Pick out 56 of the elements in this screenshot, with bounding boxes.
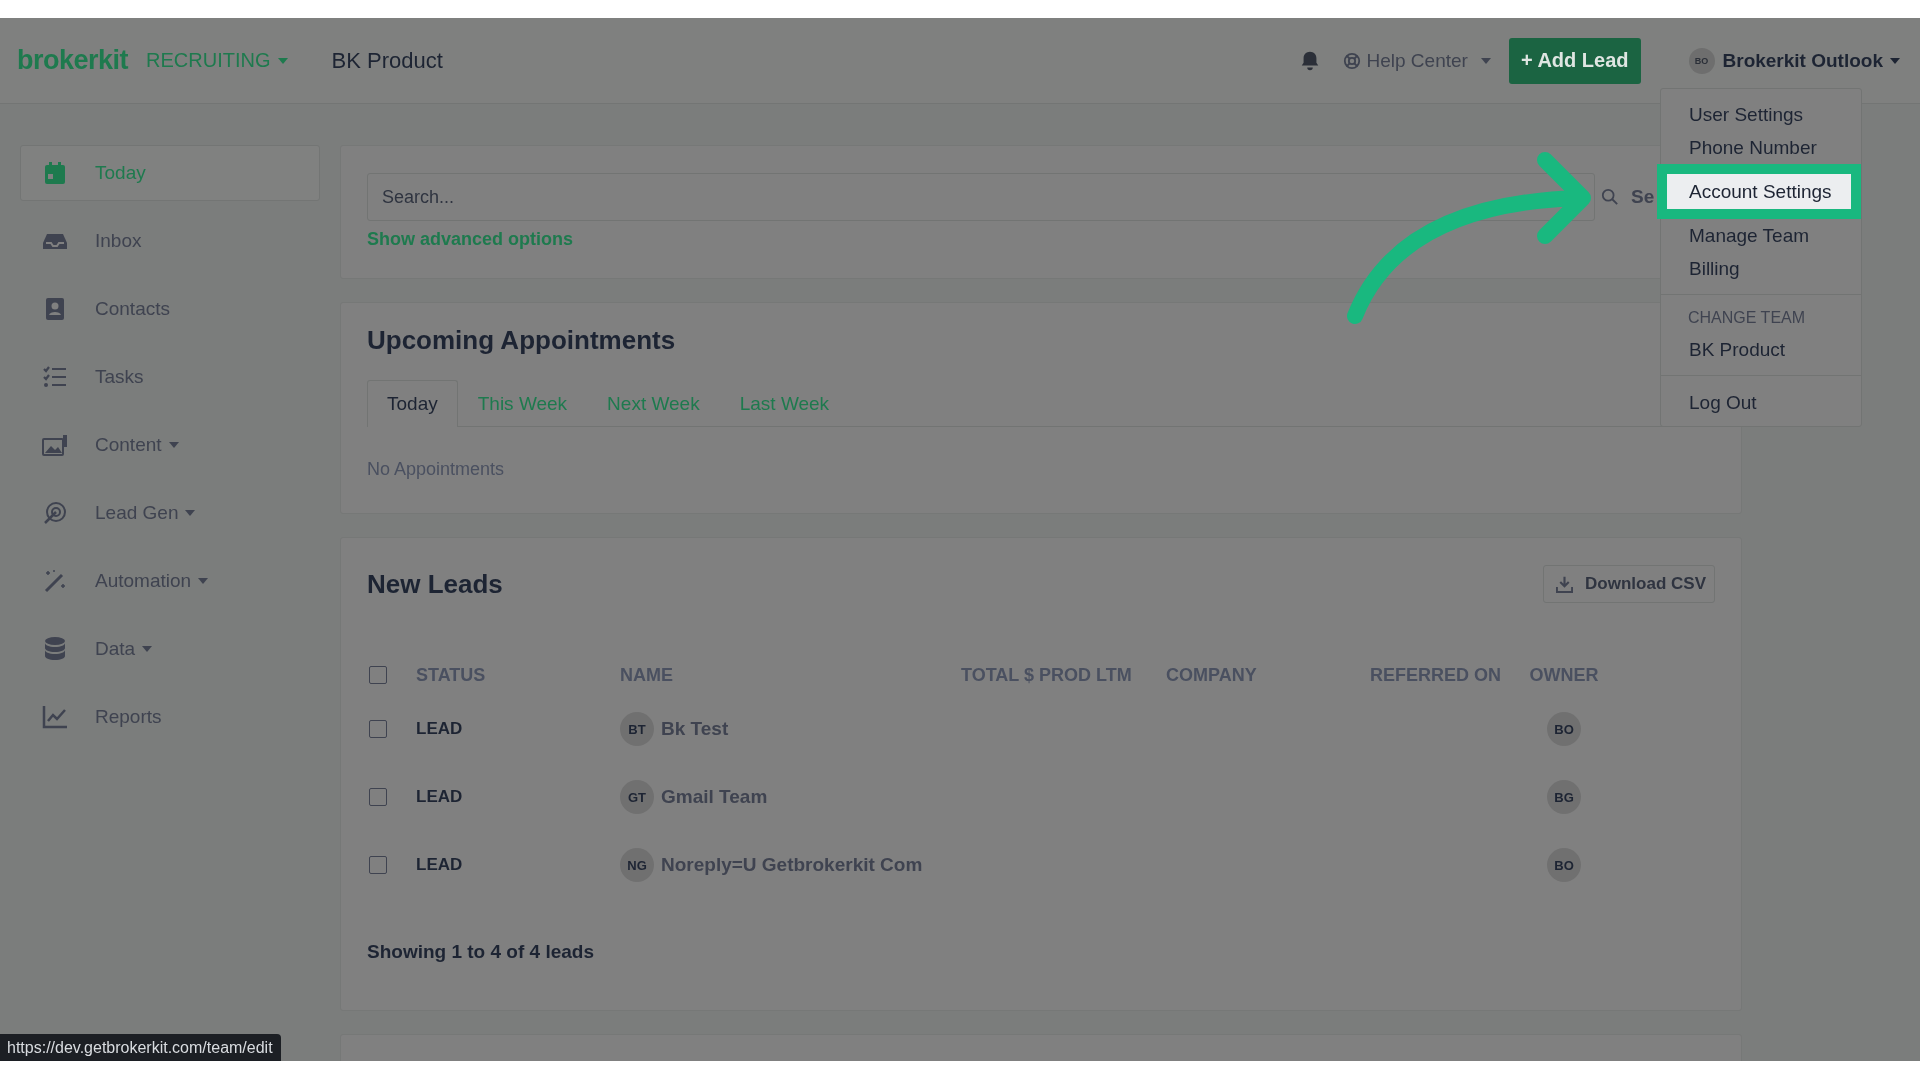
sidebar-item[interactable]: Inbox xyxy=(20,213,320,269)
menu-item[interactable]: User Settings xyxy=(1661,98,1861,131)
help-center-menu[interactable]: Help Center xyxy=(1342,49,1491,72)
status-cell-text: LEAD xyxy=(416,855,464,875)
lead-name-link[interactable]: Noreply=U Getbrokerkit Com xyxy=(661,854,923,876)
status-bar-url: https://dev.getbrokerkit.com/team/edit xyxy=(0,1034,281,1061)
sidebar-item[interactable]: Lead Gen xyxy=(20,485,320,541)
download-icon xyxy=(1556,575,1574,593)
sidebar-item[interactable]: Content xyxy=(20,417,320,473)
tab[interactable]: Today xyxy=(367,380,458,427)
avatar: NG xyxy=(620,848,654,882)
lead-name-link[interactable]: Gmail Team xyxy=(661,786,768,808)
row-checkbox[interactable] xyxy=(369,788,387,806)
section-title: Upcoming Appointments xyxy=(367,325,676,356)
logo[interactable]: brokerkit xyxy=(17,45,129,76)
menu-item[interactable]: Manage Team xyxy=(1661,219,1861,252)
user-menu[interactable]: BO Brokerkit Outlook xyxy=(1688,47,1900,74)
select-all-checkbox[interactable] xyxy=(369,666,387,684)
magnifier-icon xyxy=(1601,188,1619,206)
status-cell-text: LEAD xyxy=(416,719,464,739)
team-name: BK Product xyxy=(331,47,443,74)
section-title: New Leads xyxy=(367,568,503,600)
lead-name-link[interactable]: Bk Test xyxy=(661,718,729,740)
sidebar-item[interactable]: Automation xyxy=(20,553,320,609)
search-field[interactable]: Search... xyxy=(367,173,1595,221)
row-checkbox[interactable] xyxy=(369,856,387,874)
owner-avatar: BG xyxy=(1547,780,1581,814)
owner-avatar: BO xyxy=(1547,712,1581,746)
menu-item[interactable]: Account Settings xyxy=(1657,164,1861,219)
sidebar-item[interactable]: Contacts xyxy=(20,281,320,337)
sidebar-item[interactable]: Reports xyxy=(20,689,320,745)
download-csv-button[interactable]: Download CSV xyxy=(1543,565,1715,603)
avatar: BT xyxy=(620,712,654,746)
owner-avatar: BO xyxy=(1547,848,1581,882)
results-count: Showing 1 to 4 of 4 leads xyxy=(367,941,595,963)
lifebuoy-icon xyxy=(1342,51,1361,70)
menu-heading: CHANGE TEAM xyxy=(1687,308,1807,328)
tab[interactable]: This Week xyxy=(457,380,588,427)
advanced-options-link[interactable]: Show advanced options xyxy=(367,229,574,250)
tab[interactable]: Last Week xyxy=(719,380,850,427)
sidebar-item[interactable]: Today xyxy=(20,145,320,201)
menu-item[interactable]: Phone Number xyxy=(1661,131,1861,164)
tab[interactable]: Next Week xyxy=(587,380,720,427)
checklist-icon xyxy=(41,364,69,390)
image-icon xyxy=(41,432,69,458)
menu-item[interactable]: Billing xyxy=(1661,252,1861,285)
sidebar-item[interactable]: Tasks xyxy=(20,349,320,405)
avatar: GT xyxy=(620,780,654,814)
sidebar-item[interactable]: Data xyxy=(20,621,320,677)
line-chart-icon xyxy=(41,704,69,730)
menu-item[interactable]: Log Out xyxy=(1661,386,1861,419)
row-checkbox[interactable] xyxy=(369,720,387,738)
status-cell-text: LEAD xyxy=(416,787,464,807)
menu-item[interactable]: BK Product xyxy=(1661,333,1861,366)
add-lead-button[interactable]: + Add Lead xyxy=(1508,37,1641,84)
module-dropdown[interactable]: RECRUITING xyxy=(146,49,288,72)
